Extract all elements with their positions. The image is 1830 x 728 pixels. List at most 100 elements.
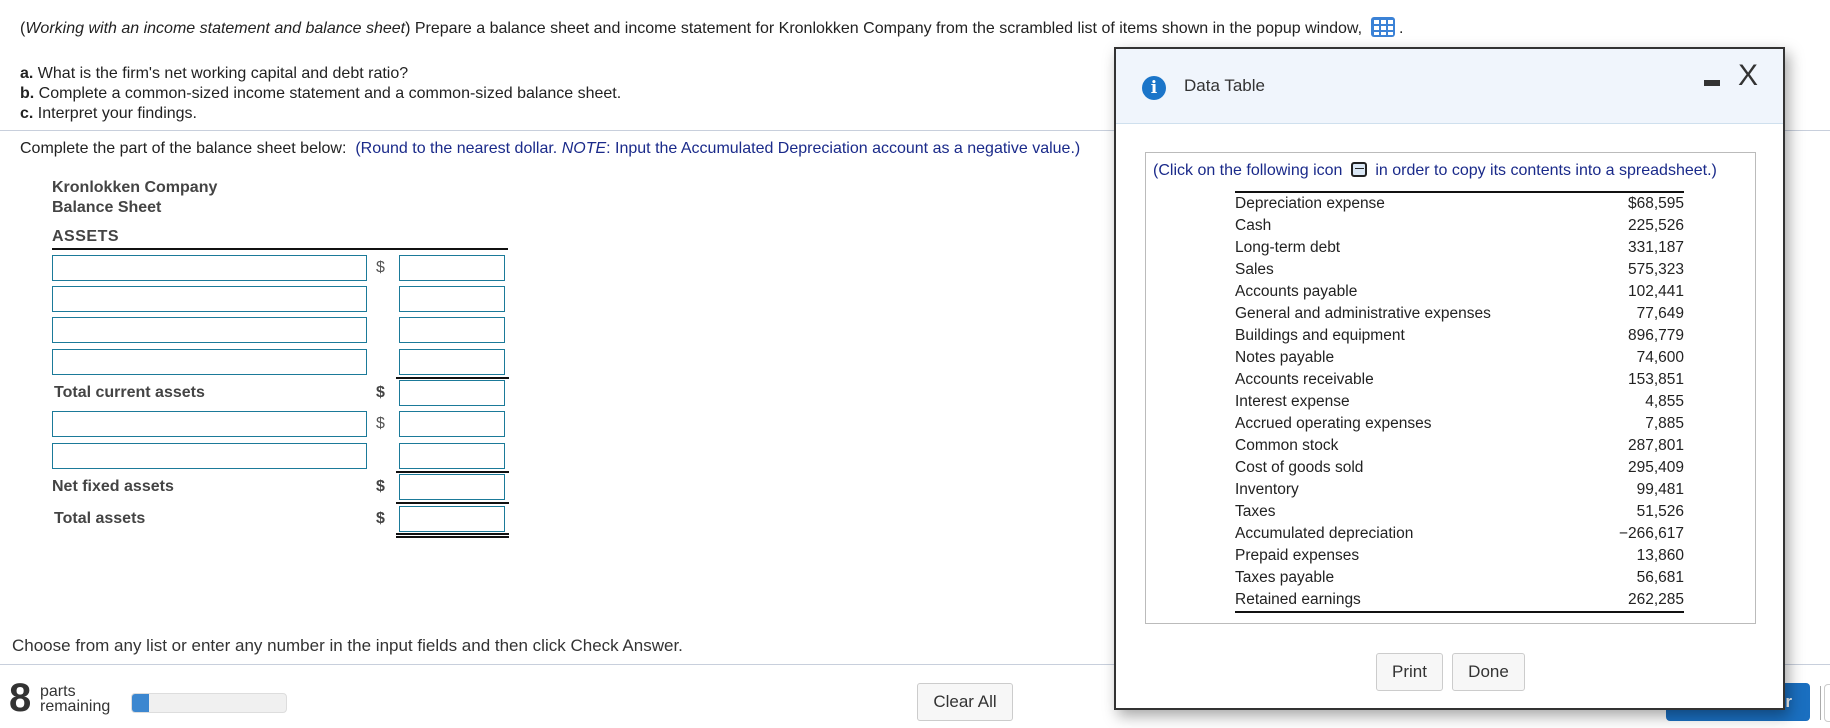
instructions: Complete the part of the balance sheet b… <box>20 140 1080 158</box>
data-table-row: Cash 225,526 <box>1235 215 1684 237</box>
data-table-row: Accumulated depreciation −266,617 <box>1235 523 1684 545</box>
data-table-container: (Click on the following icon in order to… <box>1145 152 1756 624</box>
current-asset-row-1: $ <box>52 255 508 281</box>
balance-sheet-heading: Kronlokken Company Balance Sheet <box>52 178 217 218</box>
data-table-grid-icon[interactable] <box>1370 17 1395 37</box>
data-table-row: Notes payable 74,600 <box>1235 347 1684 369</box>
row-item: Taxes payable <box>1235 569 1335 586</box>
row-item: Common stock <box>1235 437 1339 454</box>
copy-to-spreadsheet-icon[interactable] <box>1350 162 1367 177</box>
footer-instructions: Choose from any list or enter any number… <box>12 636 683 655</box>
row-value: 99,481 <box>1636 481 1684 498</box>
part-letter: c. <box>20 105 34 122</box>
data-table: Depreciation expense $68,595 Cash 225,526 Lo… <box>1235 191 1684 613</box>
current-asset-amount-4[interactable] <box>399 349 505 375</box>
dollar-sign: $ <box>376 510 385 527</box>
net-fixed-assets-amount[interactable] <box>399 474 505 500</box>
current-asset-name-4[interactable] <box>52 349 367 375</box>
data-table-row: Accounts receivable 153,851 <box>1235 369 1684 391</box>
row-item: Retained earnings <box>1235 591 1361 608</box>
row-value: 51,526 <box>1636 503 1684 520</box>
intro-end: . <box>1398 20 1404 37</box>
row-item: Sales <box>1235 261 1274 278</box>
done-button[interactable]: Done <box>1452 653 1525 691</box>
data-table-row: Long-term debt 331,187 <box>1235 237 1684 259</box>
current-asset-row-2 <box>52 286 508 312</box>
dollar-sign: $ <box>376 259 385 276</box>
net-fixed-assets-row: Net fixed assets $ <box>52 474 509 504</box>
dollar-sign: $ <box>376 478 385 495</box>
current-asset-amount-3[interactable] <box>399 317 505 343</box>
fixed-asset-amount-2[interactable] <box>399 443 505 469</box>
copy-note: (Click on the following icon in order to… <box>1153 162 1717 180</box>
parts-remaining-count: 8 <box>9 676 32 720</box>
part-letter: b. <box>20 85 35 102</box>
row-item: Prepaid expenses <box>1235 547 1360 564</box>
current-asset-amount-1[interactable] <box>399 255 505 281</box>
row-value: 331,187 <box>1627 239 1684 256</box>
parts-remaining-label: parts remaining <box>40 683 110 715</box>
current-asset-row-4 <box>52 349 509 379</box>
close-icon[interactable]: X <box>1738 61 1758 91</box>
part-letter: a. <box>20 65 34 82</box>
total-assets-row: Total assets $ <box>52 506 509 538</box>
next-button[interactable] <box>1824 684 1830 722</box>
current-asset-name-3[interactable] <box>52 317 367 343</box>
data-table-row: Inventory 99,481 <box>1235 479 1684 501</box>
row-item: Accounts receivable <box>1235 371 1374 388</box>
print-button[interactable]: Print <box>1376 653 1443 691</box>
row-item: Accrued operating expenses <box>1235 415 1432 432</box>
data-table-row: Accrued operating expenses 7,885 <box>1235 413 1684 435</box>
current-asset-name-1[interactable] <box>52 255 367 281</box>
row-value: 262,285 <box>1627 591 1684 608</box>
note-label: NOTE <box>561 140 607 157</box>
data-table-row: Interest expense 4,855 <box>1235 391 1684 413</box>
row-item: Cash <box>1235 217 1272 234</box>
data-table-row: Cost of goods sold 295,409 <box>1235 457 1684 479</box>
company-name: Kronlokken Company <box>52 179 218 196</box>
current-asset-amount-2[interactable] <box>399 286 505 312</box>
row-value: 77,649 <box>1636 305 1684 322</box>
copy-note-after: in order to copy its contents into a spr… <box>1375 162 1717 179</box>
fixed-asset-amount-1[interactable] <box>399 411 505 437</box>
row-item: Depreciation expense <box>1235 195 1385 212</box>
parts-progress-bar <box>131 693 287 713</box>
question-part-c: c. Interpret your findings. <box>20 104 621 124</box>
row-value: 896,779 <box>1627 327 1684 344</box>
data-table-row: Sales 575,323 <box>1235 259 1684 281</box>
copy-note-before: (Click on the following icon <box>1153 162 1343 179</box>
clear-all-button[interactable]: Clear All <box>917 683 1013 721</box>
net-fixed-assets-label: Net fixed assets <box>52 478 174 495</box>
subtotal-rule <box>396 377 509 379</box>
intro-topic: Working with an income statement and bal… <box>25 20 406 37</box>
row-item: General and administrative expenses <box>1235 305 1491 322</box>
data-table-row: General and administrative expenses 77,64… <box>1235 303 1684 325</box>
popup-title: Data Table <box>1184 76 1265 95</box>
data-table-row: Prepaid expenses 13,860 <box>1235 545 1684 567</box>
button-separator <box>1820 686 1821 720</box>
minimize-icon[interactable] <box>1704 80 1720 86</box>
total-current-assets-row: Total current assets $ <box>52 380 508 406</box>
row-value: 287,801 <box>1627 437 1684 454</box>
subtotal-rule <box>396 502 509 504</box>
popup-header[interactable]: i Data Table X <box>1116 49 1783 124</box>
parts-label-line-1: parts <box>40 683 76 700</box>
row-item: Interest expense <box>1235 393 1350 410</box>
subtotal-rule <box>396 471 509 473</box>
total-assets-amount[interactable] <box>399 506 505 532</box>
fixed-asset-name-1[interactable] <box>52 411 367 437</box>
total-current-assets-amount[interactable] <box>399 380 505 406</box>
note-open: (Round to the nearest dollar. <box>355 140 562 157</box>
total-current-assets-label: Total current assets <box>54 384 205 401</box>
fixed-asset-row-2 <box>52 443 509 473</box>
fixed-asset-name-2[interactable] <box>52 443 367 469</box>
row-item: Inventory <box>1235 481 1299 498</box>
current-asset-row-3 <box>52 317 508 343</box>
row-value: 225,526 <box>1627 217 1684 234</box>
data-table-row: Taxes 51,526 <box>1235 501 1684 523</box>
row-value: 102,441 <box>1627 283 1684 300</box>
part-text: What is the firm's net working capital a… <box>33 65 409 82</box>
current-asset-name-2[interactable] <box>52 286 367 312</box>
row-item: Accounts payable <box>1235 283 1358 300</box>
total-assets-label: Total assets <box>54 510 146 527</box>
